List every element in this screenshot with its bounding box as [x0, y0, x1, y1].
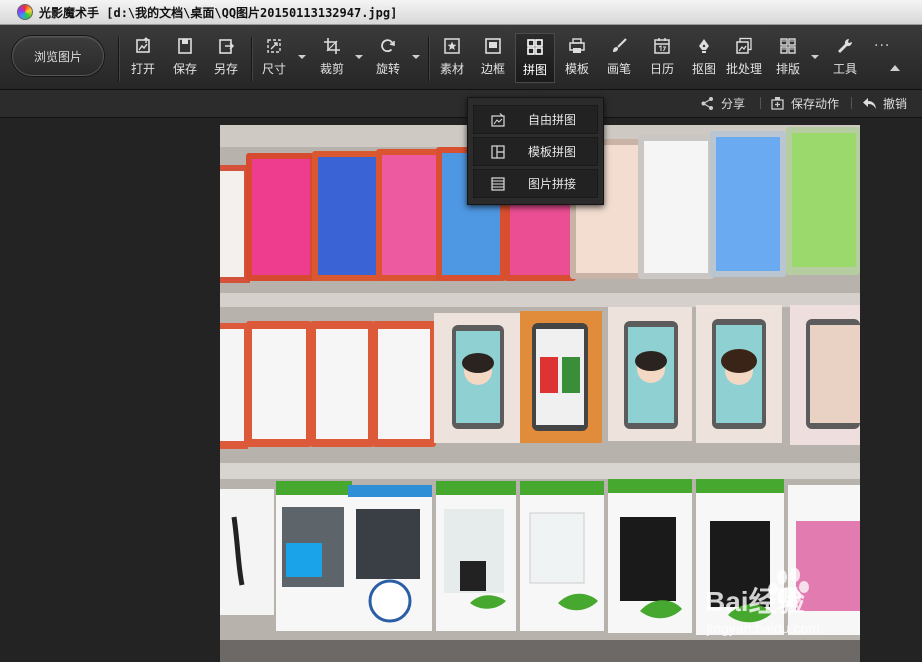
menu-item-image-stitch[interactable]: 图片拼接 — [473, 169, 598, 198]
save-icon — [178, 38, 192, 54]
save-as-icon — [219, 39, 235, 54]
tool-template[interactable]: 模板 — [559, 33, 595, 83]
size-dropdown-arrow[interactable] — [298, 55, 306, 59]
pen-tool-icon — [699, 39, 709, 53]
action-separator — [851, 97, 852, 109]
tool-label: 日历 — [649, 62, 674, 76]
crop-icon — [324, 38, 340, 54]
share-button[interactable]: 分享 — [700, 94, 745, 112]
tool-open[interactable]: 打开 — [125, 33, 161, 83]
tool-tools[interactable]: 工具 — [827, 33, 863, 83]
menu-item-label: 自由拼图 — [528, 113, 577, 127]
tool-label: 抠图 — [691, 62, 716, 76]
main-toolbar: 浏览图片 打开 保存 另存 尺寸 裁剪 旋转 素材 边框 拼图 模板 画笔 日历… — [0, 25, 922, 90]
tool-collage[interactable]: 拼图 — [515, 33, 555, 83]
window-title: 光影魔术手 [d:\我的文档\桌面\QQ图片20150113132947.jpg… — [39, 4, 397, 21]
menu-item-free-collage[interactable]: 自由拼图 — [473, 105, 598, 134]
batch-icon — [736, 37, 752, 54]
open-icon — [136, 37, 150, 53]
rotate-dropdown-arrow[interactable] — [412, 55, 420, 59]
brush-icon — [613, 38, 627, 52]
tool-label: 打开 — [130, 62, 155, 76]
undo-label: 撤销 — [883, 96, 908, 111]
tool-label: 保存 — [172, 62, 197, 76]
tool-label: 批处理 — [725, 62, 762, 76]
save-action-label: 保存动作 — [791, 96, 840, 111]
tool-label: 排版 — [775, 62, 800, 76]
tool-label: 画笔 — [606, 62, 631, 76]
menu-item-label: 模板拼图 — [528, 145, 577, 159]
wrench-icon — [838, 38, 853, 53]
baidu-jingyan-watermark: Bai经验 jingyan.baidu.com — [705, 568, 820, 636]
tool-rotate[interactable]: 旋转 — [370, 33, 406, 83]
toolbar-separator — [118, 37, 119, 81]
stitch-icon — [491, 176, 505, 191]
tool-label: 工具 — [832, 62, 857, 76]
tool-label: 模板 — [564, 62, 589, 76]
star-frame-icon — [444, 38, 460, 54]
printer-icon — [569, 38, 585, 53]
watermark-brand: Bai经验 — [705, 585, 805, 617]
grid-icon — [527, 39, 543, 55]
rotate-icon — [381, 39, 395, 53]
free-collage-icon — [491, 112, 505, 127]
tool-label: 裁剪 — [319, 62, 344, 76]
tool-label: 旋转 — [375, 62, 400, 76]
save-action-icon — [771, 96, 784, 110]
frame-icon — [485, 38, 501, 54]
more-tools-button[interactable]: ··· — [874, 38, 890, 54]
tool-brush[interactable]: 画笔 — [601, 33, 637, 83]
browse-images-button[interactable]: 浏览图片 — [12, 36, 104, 76]
watermark-url: jingyan.baidu.com — [706, 620, 820, 636]
tool-border[interactable]: 边框 — [475, 33, 511, 83]
crop-dropdown-arrow[interactable] — [355, 55, 363, 59]
tool-save-as[interactable]: 另存 — [208, 33, 244, 83]
tool-crop[interactable]: 裁剪 — [314, 33, 350, 83]
app-logo-icon — [17, 4, 33, 20]
template-collage-icon — [491, 144, 505, 159]
tool-batch[interactable]: 批处理 — [724, 33, 764, 83]
file-path: [d:\我的文档\桌面\QQ图片20150113132947.jpg] — [106, 5, 398, 20]
tool-material[interactable]: 素材 — [434, 33, 470, 83]
tool-size[interactable]: 尺寸 — [256, 33, 292, 83]
app-name: 光影魔术手 — [39, 5, 100, 20]
tool-save[interactable]: 保存 — [167, 33, 203, 83]
action-separator — [760, 97, 761, 109]
resize-icon — [267, 39, 281, 53]
share-icon — [701, 96, 713, 110]
expand-toolbar-arrow[interactable] — [890, 65, 900, 71]
title-bar: 光影魔术手 [d:\我的文档\桌面\QQ图片20150113132947.jpg… — [0, 0, 922, 25]
tool-layout[interactable]: 排版 — [770, 33, 806, 83]
layout-dropdown-arrow[interactable] — [811, 55, 819, 59]
share-label: 分享 — [721, 96, 746, 111]
action-bar: 分享 保存动作 撤销 — [0, 90, 922, 118]
undo-icon — [863, 97, 876, 109]
tool-label: 素材 — [439, 62, 464, 76]
tool-cutout[interactable]: 抠图 — [686, 33, 722, 83]
toolbar-separator — [428, 37, 429, 81]
collage-dropdown-menu: 自由拼图 模板拼图 图片拼接 — [467, 97, 604, 205]
menu-item-template-collage[interactable]: 模板拼图 — [473, 137, 598, 166]
layout-icon — [780, 38, 796, 54]
menu-item-label: 图片拼接 — [528, 177, 577, 191]
tool-label: 拼图 — [522, 63, 547, 77]
tool-label: 边框 — [480, 62, 505, 76]
tool-label: 尺寸 — [261, 62, 286, 76]
toolbar-separator — [251, 37, 252, 81]
save-action-button[interactable]: 保存动作 — [770, 94, 839, 112]
tool-label: 另存 — [213, 62, 238, 76]
undo-button[interactable]: 撤销 — [862, 94, 907, 112]
tool-calendar[interactable]: 日历 — [644, 33, 680, 83]
calendar-icon — [654, 38, 670, 54]
